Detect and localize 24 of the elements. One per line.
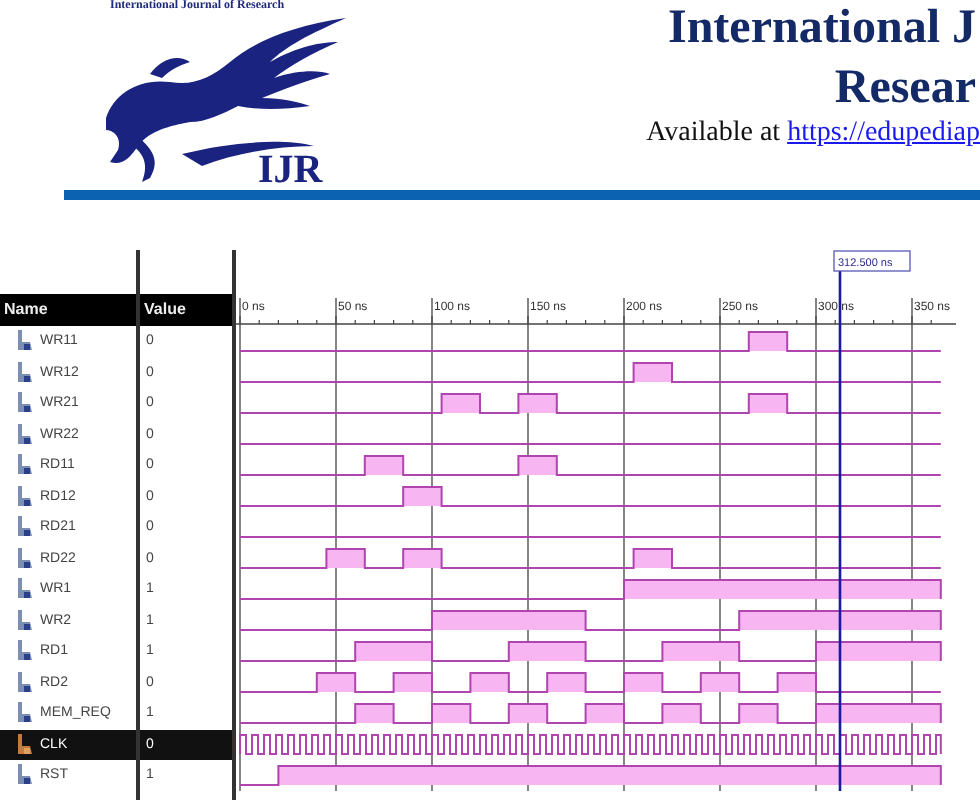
signal-icon: [16, 671, 34, 694]
signal-icon: [16, 547, 34, 570]
signal-icon: [16, 609, 34, 632]
journal-title: International J: [667, 0, 976, 58]
journal-title: Resear: [834, 60, 976, 118]
cursor-label-background: [833, 250, 911, 272]
signal-icon: [16, 361, 34, 384]
availability-text: Available at: [646, 118, 783, 148]
signal-icon: [16, 640, 34, 663]
journal-link[interactable]: https://edupediap: [787, 118, 980, 148]
signal-icon: [16, 485, 34, 508]
signal-icon: [16, 392, 34, 415]
signal-icon: [16, 454, 34, 477]
column-header: Value: [140, 294, 232, 326]
signal-icon: [16, 330, 34, 353]
signal-icon: [16, 516, 34, 539]
cursor-line[interactable]: [838, 270, 842, 791]
signal-icon: [16, 578, 34, 601]
signal-icon: [16, 764, 34, 787]
signal-icon: [16, 702, 34, 725]
logo-text: IJR: [258, 148, 323, 186]
column-header: Name: [0, 294, 136, 326]
signal-icon: [16, 733, 34, 756]
signal-icon: [16, 423, 34, 446]
